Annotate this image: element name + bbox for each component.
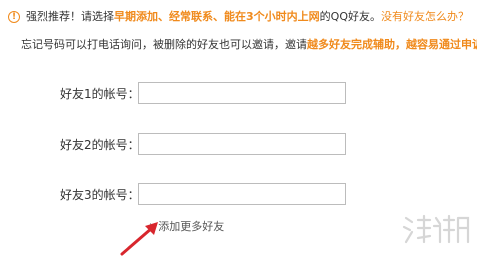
description-line: 忘记号码可以打电话询问，被删除的好友也可以邀请，邀请越多好友完成辅助，越容易通过…: [21, 36, 477, 54]
friend-2-account-input[interactable]: [138, 133, 346, 155]
watermark-logo: [402, 214, 470, 244]
tip-middle: 的QQ好友。: [319, 10, 381, 23]
description-text: 忘记号码可以打电话询问，被删除的好友也可以邀请，邀请: [21, 38, 307, 51]
friend-3-row: 好友3的帐号：: [0, 183, 478, 207]
tip-question-link[interactable]: 没有好友怎么办？: [381, 10, 469, 23]
red-arrow-annotation: [120, 222, 158, 256]
description-highlight: 越多好友完成辅助，越容易通过申诉。: [307, 38, 477, 51]
tip-lead: 强烈推荐！请选择: [26, 10, 114, 23]
friend-2-row: 好友2的帐号：: [0, 133, 478, 157]
friend-2-label: 好友2的帐号：: [60, 138, 140, 152]
friend-1-label: 好友1的帐号：: [60, 87, 140, 101]
friend-3-account-input[interactable]: [138, 183, 346, 205]
friend-1-row: 好友1的帐号：: [0, 82, 478, 106]
tip-highlight: 早期添加、经常联系、能在3个小时内上网: [114, 10, 320, 23]
arrow-shaft: [120, 226, 154, 256]
friend-3-label: 好友3的帐号：: [60, 188, 140, 202]
info-circle-icon: !: [8, 11, 20, 23]
friend-1-account-input[interactable]: [138, 82, 346, 104]
tip-line: ! 强烈推荐！请选择早期添加、经常联系、能在3个小时内上网的QQ好友。没有好友怎么…: [8, 8, 474, 26]
